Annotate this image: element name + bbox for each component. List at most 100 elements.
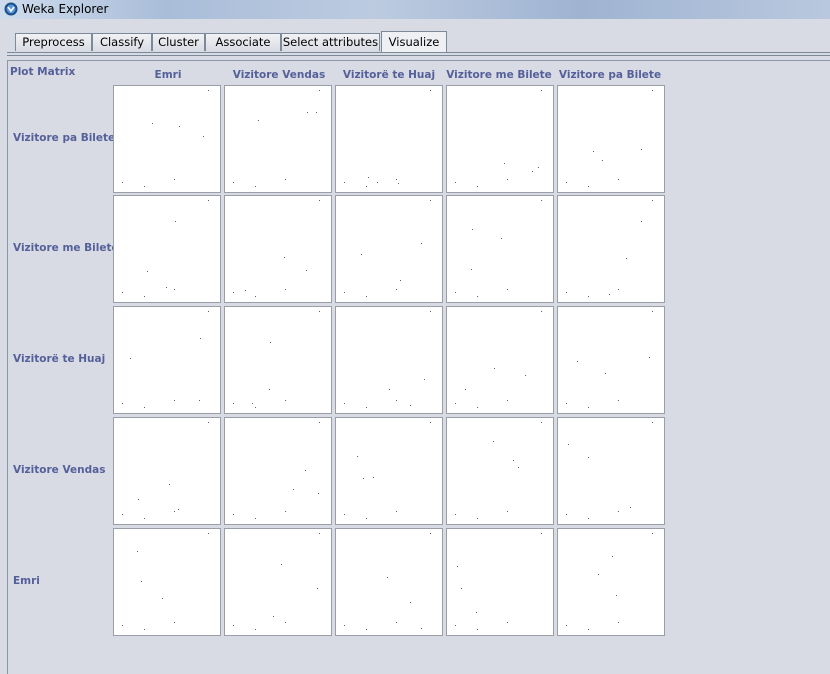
data-point — [541, 311, 542, 312]
scatter-cell-r3-c3[interactable] — [446, 417, 554, 525]
data-point — [144, 296, 145, 297]
data-point — [285, 622, 286, 623]
scatter-cell-r3-c0[interactable] — [113, 417, 221, 525]
scatter-cell-r4-c2[interactable] — [335, 528, 443, 636]
data-point — [137, 551, 138, 552]
data-point — [144, 518, 145, 519]
data-point — [493, 441, 494, 442]
row-header-4: Emri — [13, 575, 40, 587]
scatter-cell-r0-c3[interactable] — [446, 85, 554, 193]
row-header-1: Vizitore me Bilete — [13, 242, 119, 254]
scatter-cell-r4-c0[interactable] — [113, 528, 221, 636]
data-point — [273, 616, 274, 617]
data-point — [577, 361, 578, 362]
scatter-cell-r1-c0[interactable] — [113, 195, 221, 303]
scatter-cell-r2-c4[interactable] — [557, 306, 665, 414]
scatter-cell-r4-c1[interactable] — [224, 528, 332, 636]
scatter-cell-r1-c3[interactable] — [446, 195, 554, 303]
scatter-cell-r1-c1[interactable] — [224, 195, 332, 303]
data-point — [652, 311, 653, 312]
data-point — [612, 556, 613, 557]
data-point — [605, 373, 606, 374]
scatter-cell-r3-c4[interactable] — [557, 417, 665, 525]
data-point — [541, 200, 542, 201]
data-point — [147, 271, 148, 272]
data-point — [144, 407, 145, 408]
data-point — [281, 564, 282, 565]
data-point — [626, 258, 627, 259]
data-point — [122, 292, 123, 293]
scatter-cell-r0-c1[interactable] — [224, 85, 332, 193]
data-point — [455, 182, 456, 183]
data-point — [430, 200, 431, 201]
column-header-3: Vizitore me Bilete — [446, 69, 552, 81]
data-point — [233, 182, 234, 183]
data-point — [457, 566, 458, 567]
data-point — [513, 460, 514, 461]
data-point — [233, 625, 234, 626]
data-point — [616, 595, 617, 596]
data-point — [652, 533, 653, 534]
data-point — [366, 518, 367, 519]
data-point — [357, 456, 358, 457]
data-point — [477, 629, 478, 630]
tab-divider — [7, 52, 830, 53]
data-point — [507, 622, 508, 623]
data-point — [566, 514, 567, 515]
tab-cluster[interactable]: Cluster — [152, 33, 205, 51]
data-point — [366, 629, 367, 630]
scatter-cell-r3-c1[interactable] — [224, 417, 332, 525]
data-point — [344, 514, 345, 515]
data-point — [410, 405, 411, 406]
scatter-cell-r4-c3[interactable] — [446, 528, 554, 636]
scatter-cell-r4-c4[interactable] — [557, 528, 665, 636]
data-point — [255, 629, 256, 630]
scatter-cell-r3-c2[interactable] — [335, 417, 443, 525]
tab-visualize[interactable]: Visualize — [381, 31, 447, 53]
data-point — [200, 338, 201, 339]
data-point — [208, 533, 209, 534]
data-point — [174, 622, 175, 623]
data-point — [504, 163, 505, 164]
data-point — [588, 186, 589, 187]
data-point — [455, 514, 456, 515]
data-point — [641, 221, 642, 222]
data-point — [461, 588, 462, 589]
tab-select-attributes[interactable]: Select attributes — [281, 33, 380, 51]
scatter-cell-r2-c2[interactable] — [335, 306, 443, 414]
scatter-cell-r0-c0[interactable] — [113, 85, 221, 193]
tab-preprocess[interactable]: Preprocess — [15, 33, 92, 51]
data-point — [130, 358, 131, 359]
data-point — [179, 126, 180, 127]
tab-classify[interactable]: Classify — [92, 33, 152, 51]
scatter-cell-r2-c3[interactable] — [446, 306, 554, 414]
data-point — [344, 182, 345, 183]
data-point — [532, 171, 533, 172]
data-point — [319, 311, 320, 312]
data-point — [317, 588, 318, 589]
data-point — [389, 389, 390, 390]
column-header-0: Emri — [154, 69, 182, 81]
column-header-1: Vizitore Vendas — [232, 69, 326, 81]
data-point — [507, 179, 508, 180]
data-point — [152, 123, 153, 124]
data-point — [208, 311, 209, 312]
scatter-cell-r0-c4[interactable] — [557, 85, 665, 193]
data-point — [233, 403, 234, 404]
scatter-cell-r2-c1[interactable] — [224, 306, 332, 414]
scatter-cell-r1-c2[interactable] — [335, 195, 443, 303]
data-point — [203, 136, 204, 137]
scatter-cell-r1-c4[interactable] — [557, 195, 665, 303]
data-point — [361, 254, 362, 255]
data-point — [319, 533, 320, 534]
data-point — [430, 533, 431, 534]
scatter-cell-r2-c0[interactable] — [113, 306, 221, 414]
data-point — [455, 625, 456, 626]
data-point — [525, 375, 526, 376]
data-point — [233, 514, 234, 515]
data-point — [410, 602, 411, 603]
tab-associate[interactable]: Associate — [205, 33, 281, 51]
scatter-cell-r0-c2[interactable] — [335, 85, 443, 193]
data-point — [396, 179, 397, 180]
data-point — [285, 511, 286, 512]
